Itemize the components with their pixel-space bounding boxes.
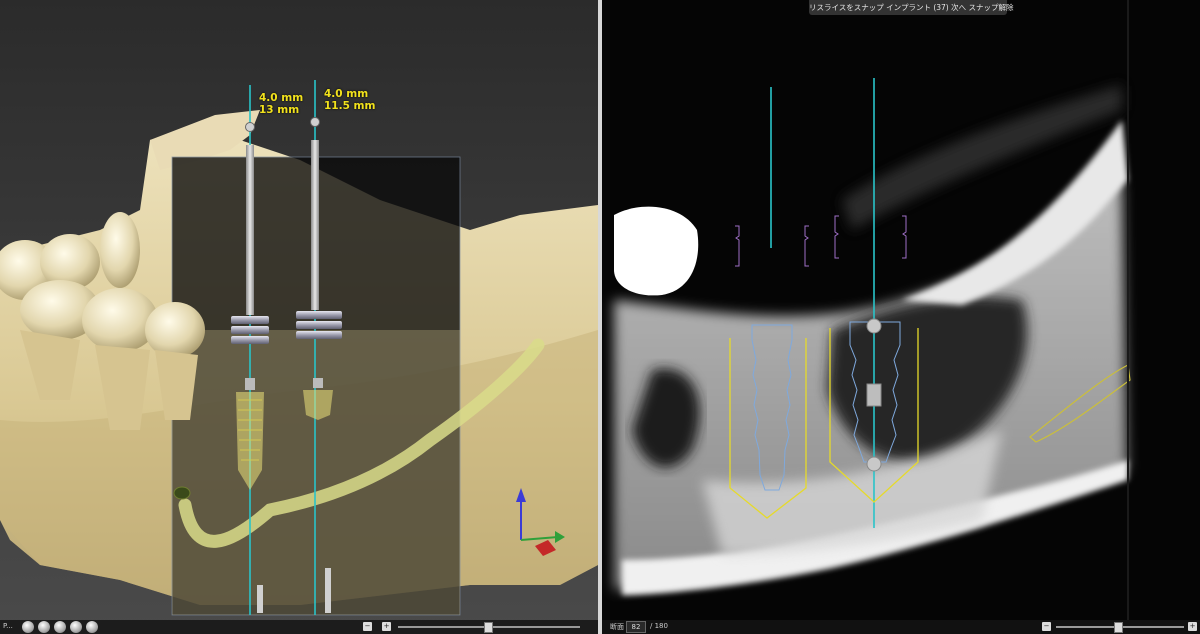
implant-2-diameter: 4.0 mm [324,88,369,100]
tooth-view-icon[interactable] [86,621,98,633]
snap-release-button[interactable]: スナップ解除 [969,3,1014,12]
opacity-slider-thumb[interactable] [484,622,493,633]
slice-next-button[interactable]: + [1188,622,1197,631]
zoom-in-button[interactable]: + [382,622,391,631]
cross-section-view-panel[interactable]: リスライスをスナップ インプラント (37) 次へ スナップ解除 断面 82 /… [602,0,1200,634]
snap-next-button[interactable]: 次へ [951,3,966,12]
skull-rear-view-icon[interactable] [70,621,82,633]
slice-prev-button[interactable]: − [1042,622,1051,631]
implant-2-top-handle [866,318,882,334]
snap-implant-label[interactable]: インプラント (37) [886,3,949,12]
3d-view-panel[interactable]: 4.0 mm 13 mm 4.0 mm 11.5 mm P... − + [0,0,598,634]
ct-cross-section-image[interactable] [602,0,1200,634]
implant-2-center-handle [866,383,882,407]
slice-total: / 180 [650,622,668,630]
skull-front-view-icon[interactable] [22,621,34,633]
slice-label: 断面 [610,623,624,631]
implant-2-bottom-handle [866,456,882,472]
skull-side-view-icon[interactable] [38,621,50,633]
implant-2-length: 11.5 mm [324,100,376,112]
zoom-out-button[interactable]: − [363,622,372,631]
right-bottom-toolbar: 断面 82 / 180 − + [602,620,1200,634]
implant-2-measurement: 4.0 mm 11.5 mm [324,88,375,112]
slice-slider-thumb[interactable] [1114,622,1123,633]
implant-1-diameter: 4.0 mm [259,92,304,104]
snap-label: リスライスをスナップ [809,3,884,12]
slice-number-input[interactable]: 82 [626,621,646,633]
implant-1-measurement: 4.0 mm 13 mm [259,92,303,116]
snap-resize-toolbar: リスライスをスナップ インプラント (37) 次へ スナップ解除 [809,0,1014,15]
implant-1-length: 13 mm [259,104,300,116]
skull-top-view-icon[interactable] [54,621,66,633]
crown-markers [735,215,907,267]
left-bottom-toolbar: P... − + [0,620,598,634]
view-label: P... [3,622,13,630]
